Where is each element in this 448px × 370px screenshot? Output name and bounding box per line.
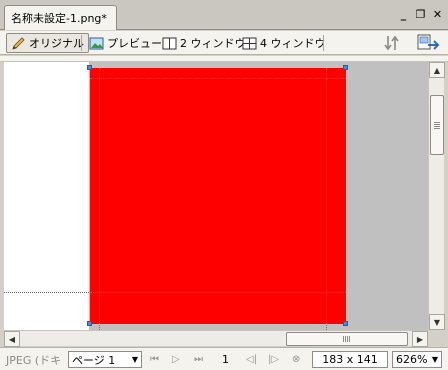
two-panel-icon	[162, 37, 177, 49]
scroll-right-button[interactable]: ▶	[412, 331, 428, 347]
window-controls: _ ❐ ✕	[397, 8, 444, 21]
zoom-select[interactable]: 626% ▼	[392, 351, 442, 368]
original-view-label: オリジナル	[29, 37, 84, 50]
slice-guide	[90, 78, 346, 79]
vertical-scrollbar[interactable]: ▲ ▼	[428, 62, 445, 330]
stop-icon[interactable]: ⊗	[292, 351, 300, 368]
toolbar-separator	[323, 35, 324, 51]
close-button[interactable]: ✕	[431, 8, 444, 21]
quick-export-icon[interactable]	[416, 33, 440, 53]
document-tab[interactable]: 名称未設定-1.png*	[4, 5, 117, 30]
original-view-button[interactable]: オリジナル	[6, 33, 89, 53]
scrollbar-corner	[428, 330, 444, 346]
slice-guide	[4, 292, 89, 293]
view-toolbar: オリジナル プレビュー 2 ウィンドウ 4 ウィンドウ	[0, 31, 448, 55]
canvas-background	[4, 62, 89, 330]
document-tab-title: 名称未設定-1.png*	[11, 12, 107, 25]
image-dimensions: 183 x 141	[312, 351, 388, 368]
restore-button[interactable]: ❐	[414, 8, 427, 21]
preview-view-button[interactable]: プレビュー	[85, 33, 166, 53]
page-select[interactable]: ページ 1 ▼	[68, 351, 142, 368]
zoom-value: 626%	[396, 353, 428, 366]
page-select-value: ページ 1	[72, 353, 116, 367]
two-window-view-button[interactable]: 2 ウィンドウ	[158, 33, 250, 53]
minimize-button[interactable]: _	[397, 8, 410, 21]
next-frame-icon[interactable]: |▷	[268, 351, 279, 368]
slice-guide	[99, 68, 100, 330]
pencil-icon	[12, 36, 25, 50]
image-content[interactable]	[90, 68, 346, 324]
four-window-view-label: 4 ウィンドウ	[260, 37, 326, 50]
horizontal-scroll-thumb[interactable]	[286, 332, 408, 346]
format-label: JPEG (ドキ	[6, 353, 62, 367]
slice-guide	[90, 292, 346, 293]
selection-handle[interactable]	[343, 65, 348, 70]
selection-handle[interactable]	[87, 321, 92, 326]
slice-guide	[326, 68, 327, 330]
chevron-down-icon: ▼	[131, 355, 138, 364]
two-window-view-label: 2 ウィンドウ	[180, 37, 246, 50]
selection-handle[interactable]	[87, 65, 92, 70]
play-icon[interactable]: ▷	[172, 351, 180, 368]
last-frame-icon[interactable]: ⏭	[194, 351, 203, 368]
export-icon[interactable]	[384, 34, 404, 52]
status-bar: JPEG (ドキ ページ 1 ▼ ⏮ ▷ ⏭ 1 ◁| |▷ ⊗ 183 x 1…	[0, 347, 448, 370]
scroll-up-button[interactable]: ▲	[429, 62, 445, 78]
vertical-scroll-thumb[interactable]	[430, 95, 444, 155]
frame-number: 1	[222, 353, 229, 366]
scroll-down-button[interactable]: ▼	[429, 314, 445, 330]
first-frame-icon[interactable]: ⏮	[150, 351, 159, 368]
document-tab-bar: 名称未設定-1.png* _ ❐ ✕	[0, 0, 448, 30]
four-window-view-button[interactable]: 4 ウィンドウ	[238, 33, 330, 53]
chevron-down-icon: ▼	[431, 355, 438, 364]
image-preview-icon	[89, 37, 104, 49]
four-panel-icon	[242, 37, 257, 49]
scroll-left-button[interactable]: ◀	[4, 331, 20, 347]
previous-frame-icon[interactable]: ◁|	[246, 351, 257, 368]
horizontal-scrollbar[interactable]: ◀ ▶	[4, 330, 428, 347]
canvas-viewport[interactable]	[4, 62, 428, 330]
toolbar-separator	[81, 35, 82, 51]
preview-view-label: プレビュー	[107, 37, 162, 50]
selection-handle[interactable]	[343, 321, 348, 326]
